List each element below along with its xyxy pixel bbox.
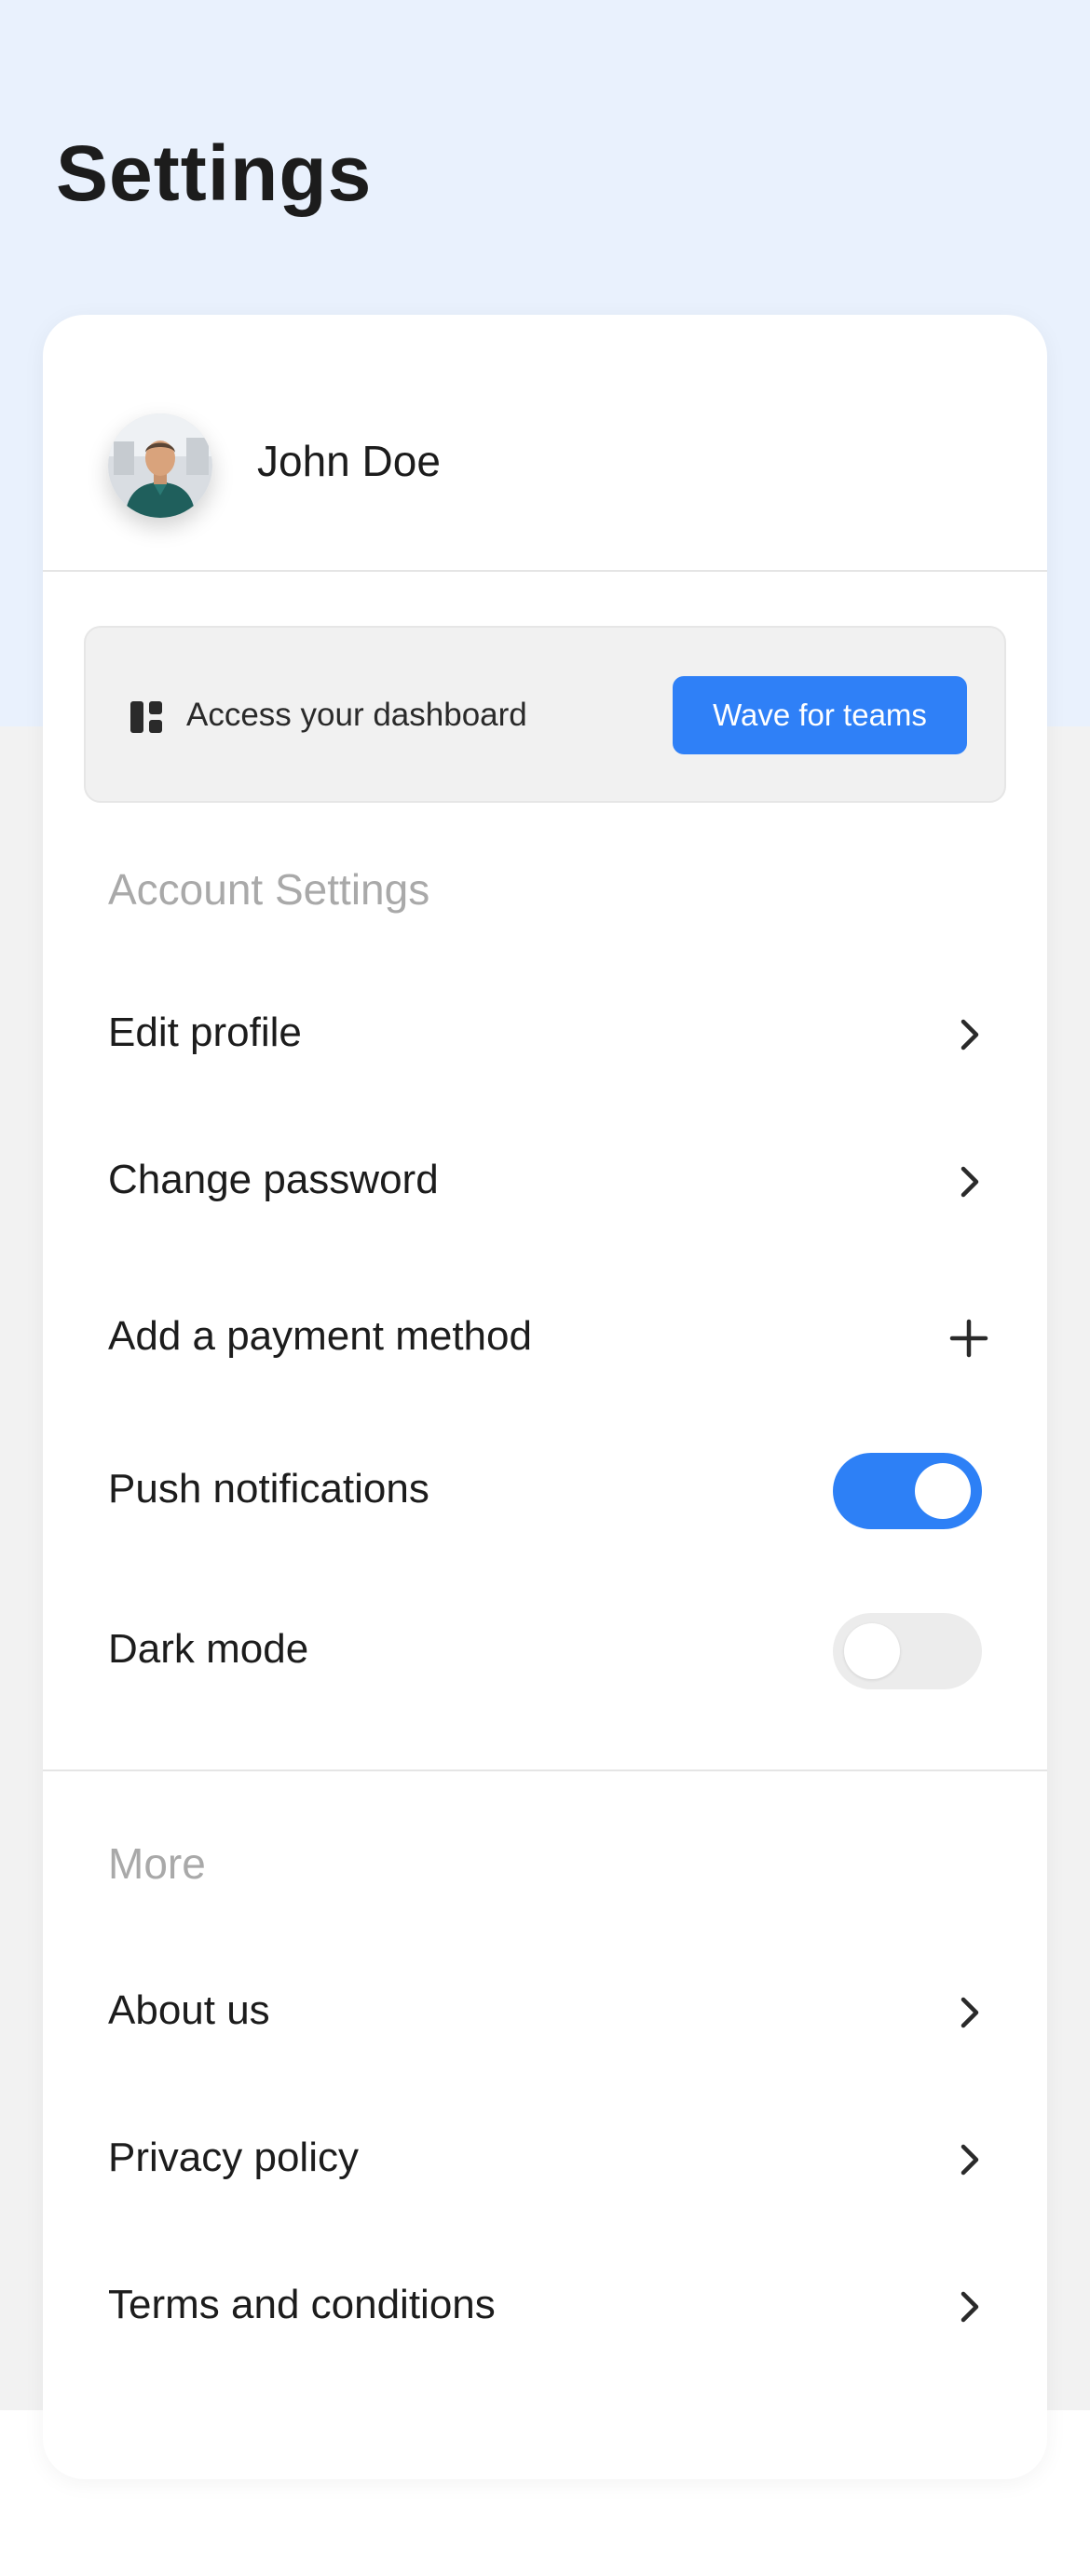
row-label: Add a payment method (108, 1313, 532, 1359)
row-label: Dark mode (108, 1626, 309, 1672)
settings-row-terms-and-conditions[interactable]: Terms and conditions (43, 2256, 1047, 2358)
dashboard-banner-text: Access your dashboard (186, 697, 527, 733)
row-label: Privacy policy (108, 2135, 359, 2180)
settings-row-dark-mode: Dark mode (43, 1600, 1047, 1702)
row-label: Push notifications (108, 1466, 429, 1512)
toggle-knob (844, 1623, 900, 1679)
row-label: Change password (108, 1157, 439, 1202)
row-label: Edit profile (108, 1010, 302, 1055)
row-label: Terms and conditions (108, 2282, 496, 2327)
settings-row-push-notifications: Push notifications (43, 1440, 1047, 1542)
profile-name: John Doe (257, 437, 441, 485)
wave-for-teams-button[interactable]: Wave for teams (673, 676, 967, 754)
settings-row-change-password[interactable]: Change password (43, 1131, 1047, 1233)
profile-header[interactable]: John Doe (43, 315, 1047, 572)
profile-divider (43, 570, 1047, 572)
dashboard-banner[interactable]: Access your dashboard Wave for teams (84, 626, 1006, 803)
section-divider (43, 1769, 1047, 1771)
more-heading: More (108, 1839, 206, 1888)
toggle-knob (915, 1463, 971, 1519)
chevron-right-icon (958, 1131, 982, 1233)
page-title: Settings (56, 129, 373, 217)
account-settings-heading: Account Settings (108, 865, 430, 914)
settings-row-privacy-policy[interactable]: Privacy policy (43, 2108, 1047, 2211)
chevron-right-icon (958, 983, 982, 1086)
settings-row-add-payment-method[interactable]: Add a payment method (43, 1287, 1047, 1390)
dark-mode-toggle[interactable] (833, 1613, 982, 1689)
plus-icon (948, 1287, 989, 1390)
user-avatar[interactable] (108, 414, 212, 518)
push-notifications-toggle[interactable] (833, 1453, 982, 1529)
chevron-right-icon (958, 2256, 982, 2358)
settings-card: John Doe Access your dashboard Wave for … (43, 315, 1047, 2479)
settings-row-about-us[interactable]: About us (43, 1961, 1047, 2064)
chevron-right-icon (958, 2108, 982, 2211)
chevron-right-icon (958, 1961, 982, 2064)
settings-row-edit-profile[interactable]: Edit profile (43, 983, 1047, 1086)
dashboard-icon (130, 701, 162, 733)
row-label: About us (108, 1987, 270, 2033)
